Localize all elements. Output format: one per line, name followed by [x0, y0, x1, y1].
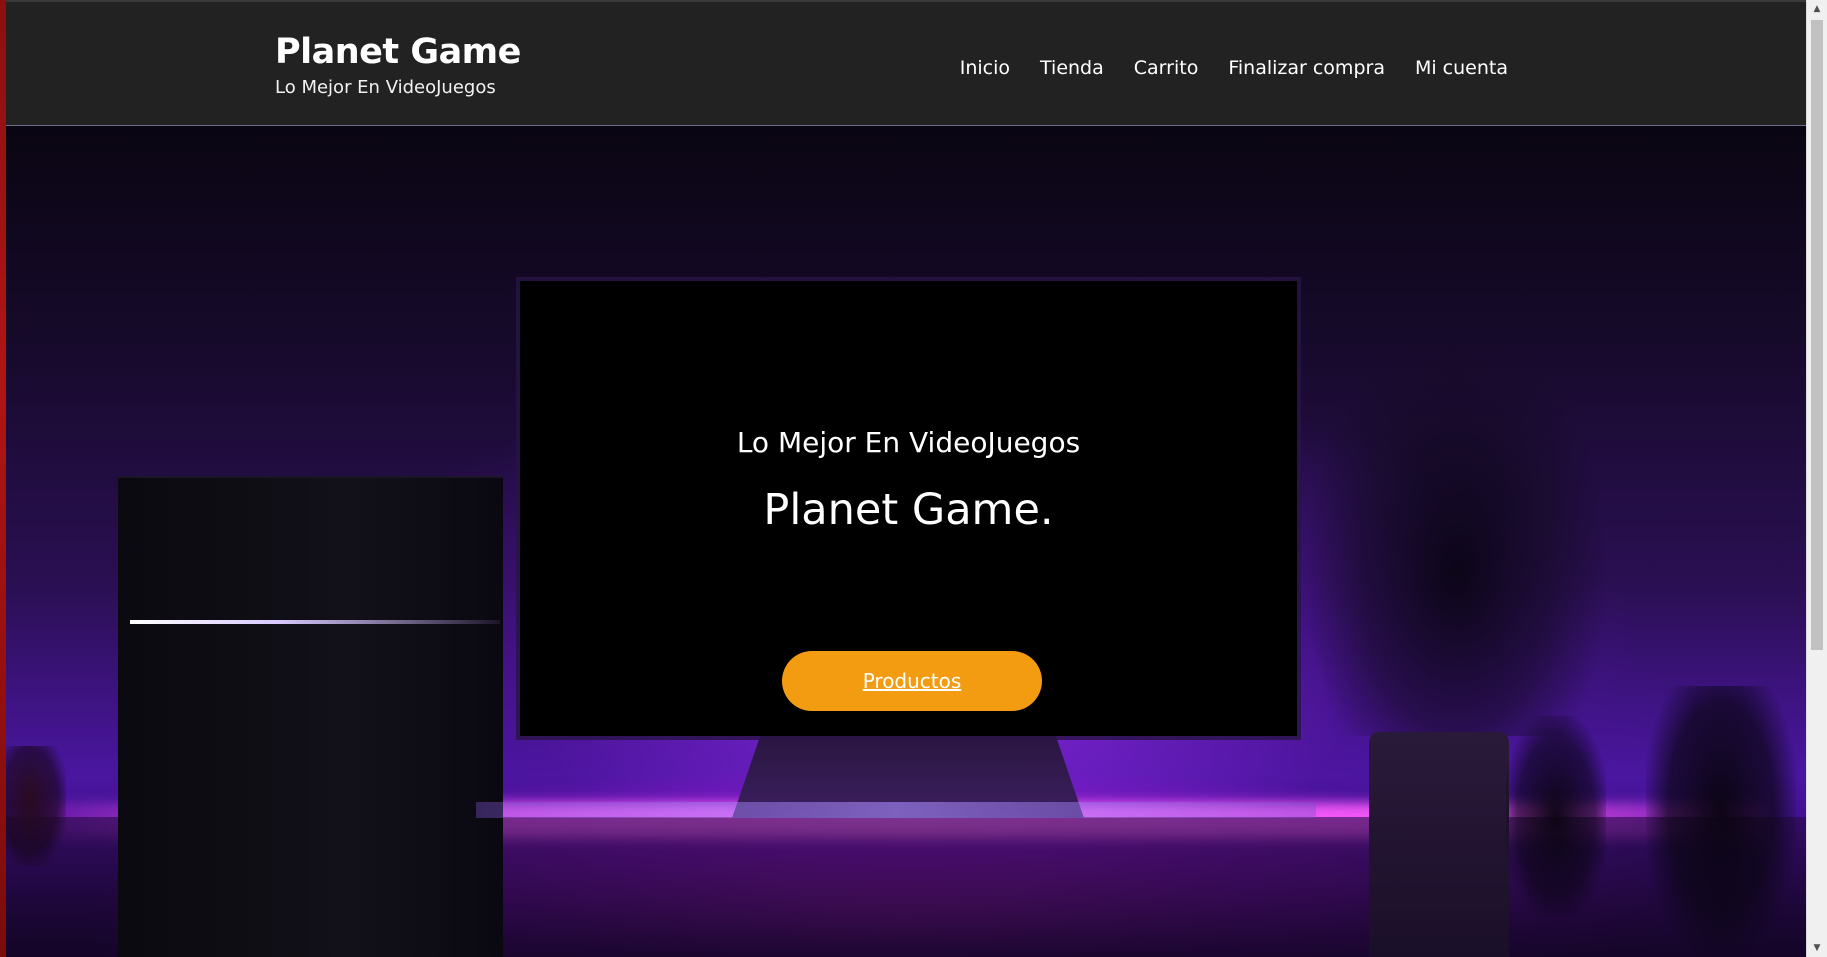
nav-item-inicio[interactable]: Inicio — [960, 54, 1010, 82]
hero-section: Lo Mejor En VideoJuegos Planet Game. Pro… — [6, 126, 1806, 957]
hero-background-robot-figure — [1506, 716, 1606, 916]
hero-background-console — [118, 476, 503, 957]
nav-item-carrito[interactable]: Carrito — [1134, 54, 1199, 82]
nav-item-mi-cuenta[interactable]: Mi cuenta — [1415, 54, 1508, 82]
browser-viewport: Planet Game Lo Mejor En VideoJuegos Inic… — [0, 0, 1827, 957]
site-title-link[interactable]: Planet Game — [275, 32, 521, 72]
site-header: Planet Game Lo Mejor En VideoJuegos Inic… — [6, 0, 1806, 126]
site-tagline: Lo Mejor En VideoJuegos — [275, 77, 496, 98]
hero-background-console-light — [130, 620, 500, 624]
hero-background-plant-pot — [1369, 732, 1509, 957]
hero-background-glass-shelf — [476, 802, 1316, 818]
hero-content-panel: Lo Mejor En VideoJuegos Planet Game. Pro… — [520, 281, 1297, 736]
scrollbar-thumb[interactable] — [1811, 20, 1823, 650]
hero-background-figure — [1646, 686, 1796, 957]
chevron-down-icon[interactable]: ▼ — [1807, 939, 1827, 957]
hero-background-plant — [1306, 326, 1606, 736]
nav-item-tienda[interactable]: Tienda — [1040, 54, 1104, 82]
hero-subtitle: Lo Mejor En VideoJuegos — [736, 426, 1081, 459]
chevron-up-icon[interactable]: ▲ — [1807, 0, 1827, 18]
main-navigation: Inicio Tienda Carrito Finalizar compra M… — [960, 54, 1508, 82]
vertical-scrollbar[interactable]: ▲ ▼ — [1806, 0, 1827, 957]
hero-background-left-figure — [6, 746, 66, 866]
nav-item-finalizar-compra[interactable]: Finalizar compra — [1228, 54, 1385, 82]
site-branding: Planet Game Lo Mejor En VideoJuegos — [275, 32, 521, 100]
hero-title: Planet Game. — [763, 485, 1054, 535]
products-button[interactable]: Productos — [782, 651, 1042, 711]
